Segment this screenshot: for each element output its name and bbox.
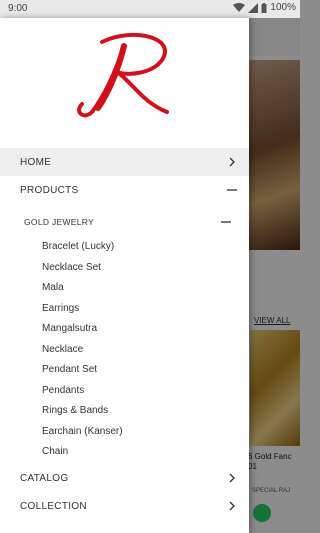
chevron-right-icon (229, 473, 235, 483)
logo-r-icon (77, 32, 169, 118)
menu-item-products[interactable]: PRODUCTS (0, 176, 249, 204)
submenu-item-necklace-set[interactable]: Necklace Set (42, 258, 101, 278)
brand-logo (0, 18, 249, 148)
submenu-item-rings-bands[interactable]: Rings & Bands (42, 401, 108, 421)
submenu-item-pendant-set[interactable]: Pendant Set (42, 360, 97, 380)
minus-icon (221, 221, 231, 223)
submenu-item-mangalsutra[interactable]: Mangalsutra (42, 319, 97, 339)
menu-catalog-label: CATALOG (20, 472, 69, 484)
chevron-right-icon (229, 501, 235, 511)
minus-icon (227, 189, 237, 191)
battery-level: 100% (270, 2, 296, 13)
wifi-icon (233, 2, 246, 12)
menu-collection-label: COLLECTION (20, 500, 87, 512)
submenu-item-chain[interactable]: Chain (42, 442, 68, 462)
menu-products-label: PRODUCTS (20, 184, 79, 196)
navigation-drawer: HOME PRODUCTS GOLD JEWELRY Bracelet (Luc… (0, 18, 249, 533)
menu-item-home[interactable]: HOME (0, 148, 249, 176)
submenu-item-bracelet[interactable]: Bracelet (Lucky) (42, 237, 114, 257)
menu-home-label: HOME (20, 156, 52, 168)
status-bar: 9:00 100% (0, 0, 300, 18)
menu-item-catalog[interactable]: CATALOG (0, 464, 249, 492)
menu-item-gold-jewelry[interactable]: GOLD JEWELRY (0, 208, 249, 236)
submenu-item-pendants[interactable]: Pendants (42, 381, 84, 401)
submenu-item-necklace[interactable]: Necklace (42, 340, 83, 360)
menu-item-collection[interactable]: COLLECTION (0, 492, 249, 520)
chevron-right-icon (229, 157, 235, 167)
battery-icon (261, 2, 267, 13)
submenu-item-earchain[interactable]: Earchain (Kanser) (42, 422, 123, 442)
status-icons: 100% (233, 2, 296, 13)
submenu-item-mala[interactable]: Mala (42, 278, 64, 298)
status-time: 9:00 (8, 3, 28, 14)
signal-icon (248, 2, 259, 13)
menu-gold-jewelry-label: GOLD JEWELRY (24, 217, 95, 227)
submenu-item-earrings[interactable]: Earrings (42, 299, 79, 319)
